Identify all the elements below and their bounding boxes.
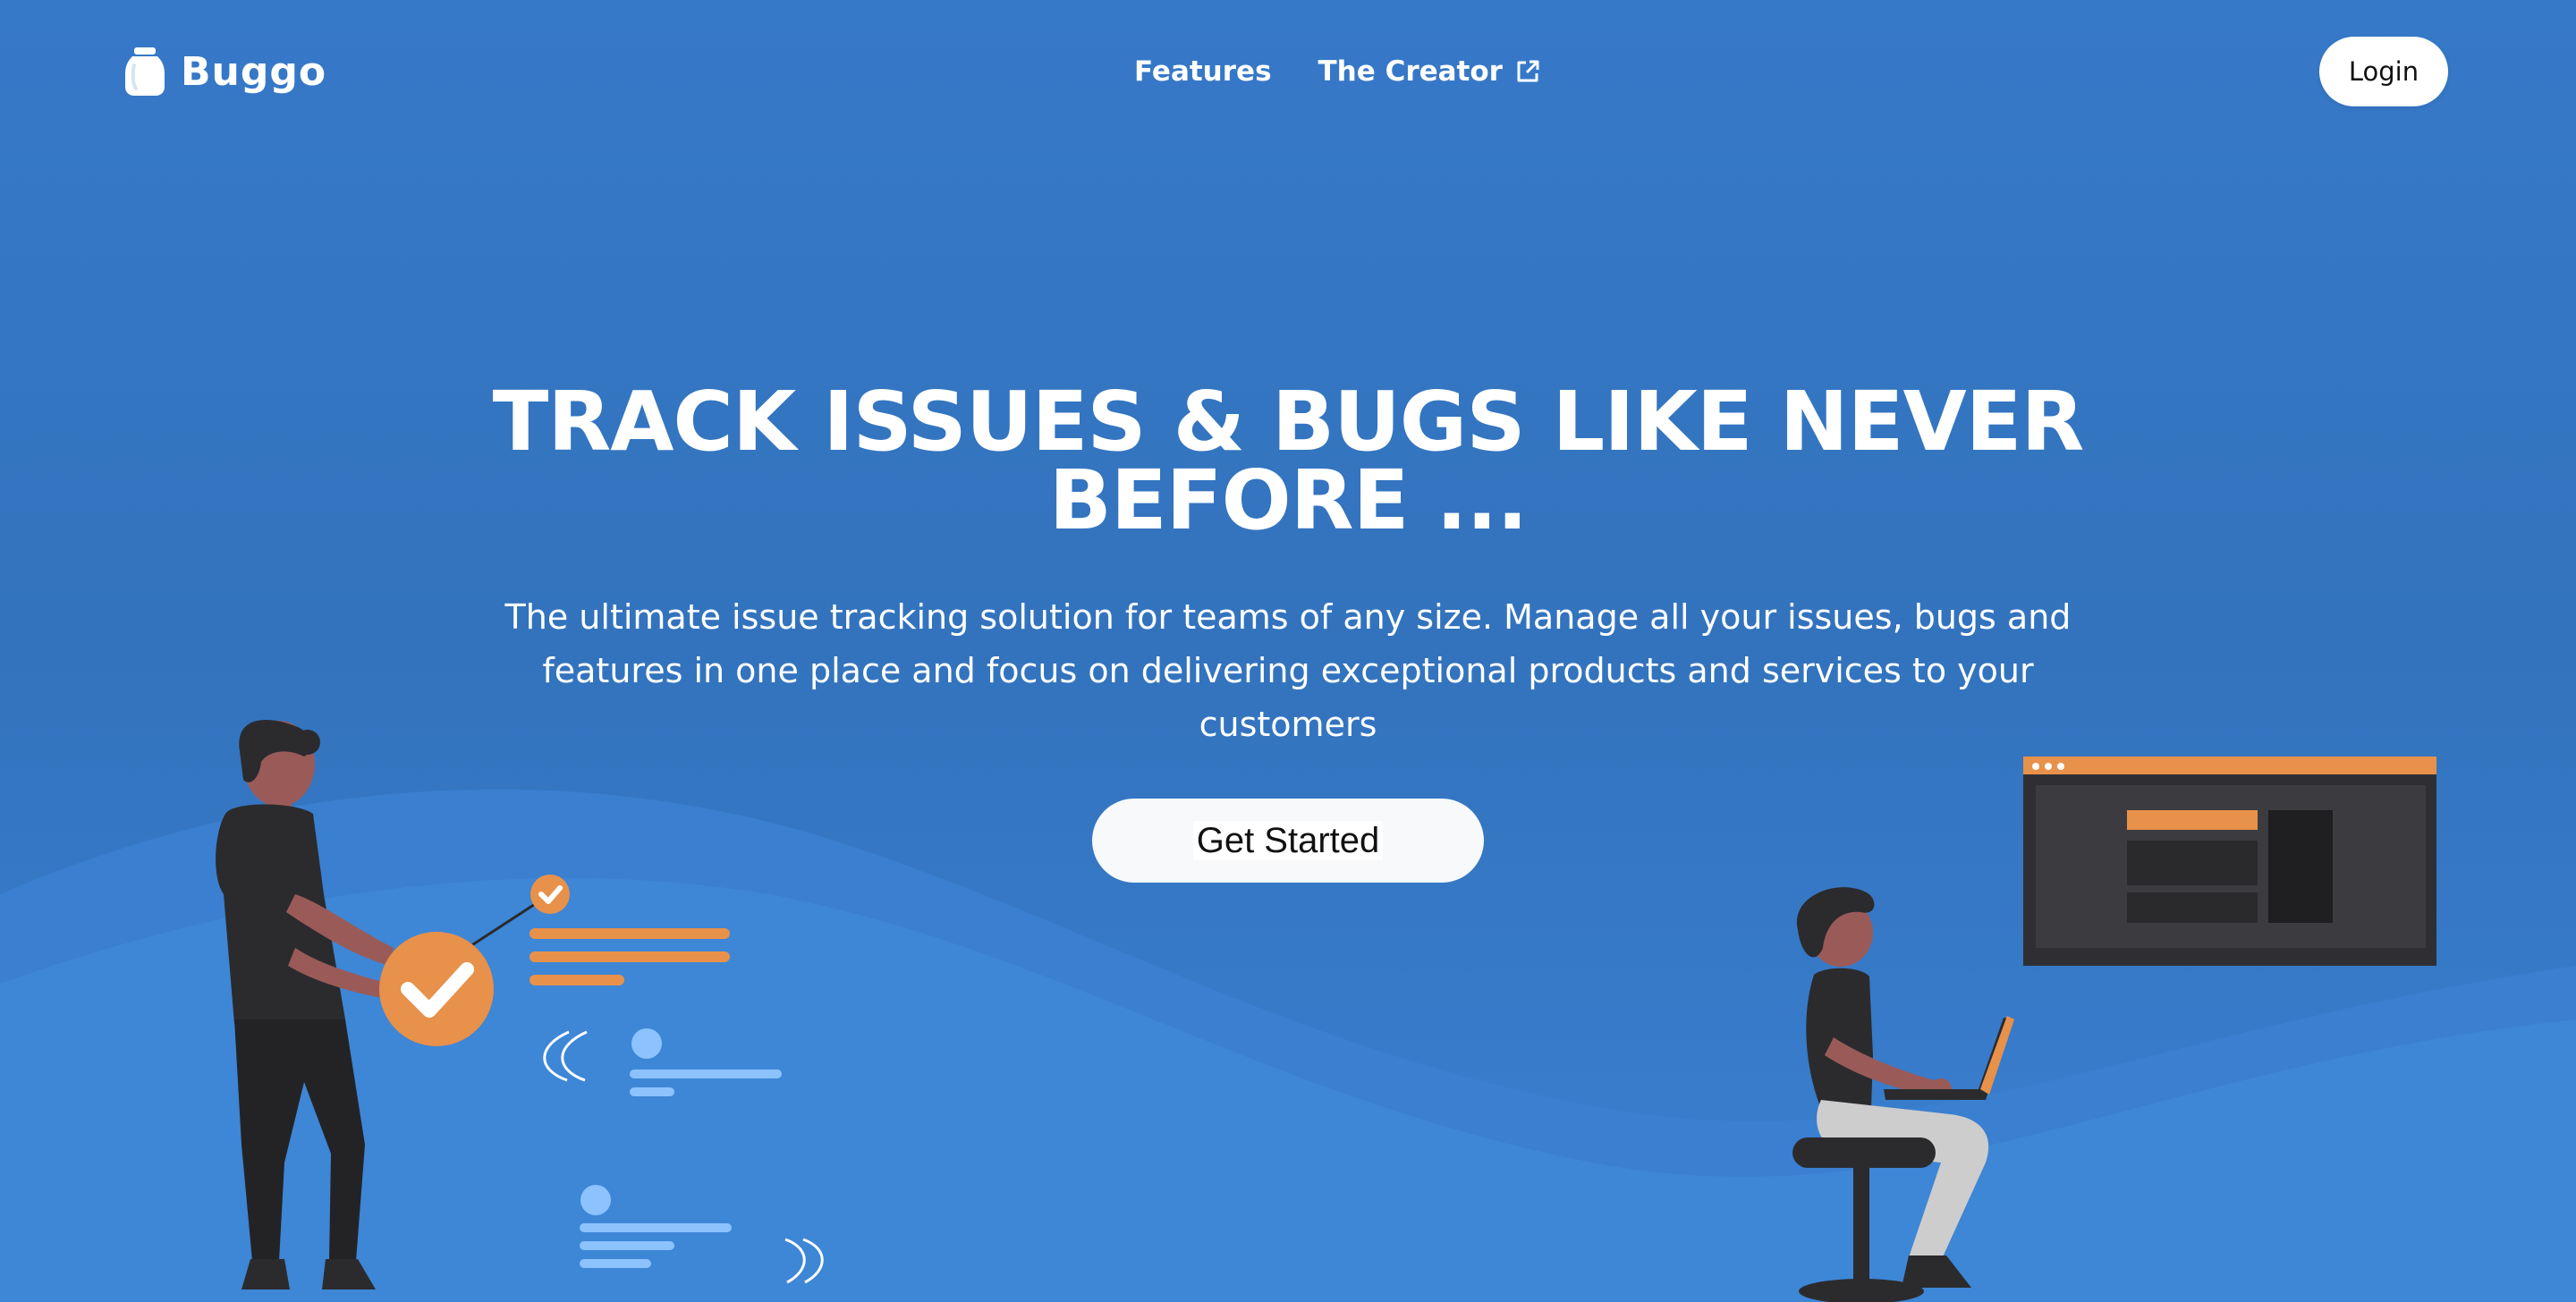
nav-link-features[interactable]: Features <box>1134 50 1272 93</box>
get-started-label: Get Started <box>1192 820 1384 860</box>
nav-link-features-label: Features <box>1134 55 1272 88</box>
browser-window-illustration <box>2023 757 2436 966</box>
main-nav: Features The Creator <box>1134 50 1540 93</box>
login-button[interactable]: Login <box>2319 37 2448 106</box>
brand-name: Buggo <box>181 48 327 95</box>
hero-subtitle: The ultimate issue tracking solution for… <box>504 597 2072 744</box>
landing-page: Buggo Features The Creator Login TRACK I… <box>0 0 2576 1302</box>
external-link-icon <box>1517 60 1539 82</box>
jar-icon <box>125 47 165 96</box>
brand-logo-link[interactable]: Buggo <box>125 45 326 98</box>
hero-title: TRACK ISSUES & BUGS LIKE NEVER BEFORE ..… <box>492 374 2085 548</box>
get-started-button[interactable]: Get Started <box>1092 799 1484 883</box>
site-header: Buggo Features The Creator Login <box>0 0 2576 143</box>
nav-link-the-creator[interactable]: The Creator <box>1318 50 1540 93</box>
nav-link-the-creator-label: The Creator <box>1318 55 1503 88</box>
